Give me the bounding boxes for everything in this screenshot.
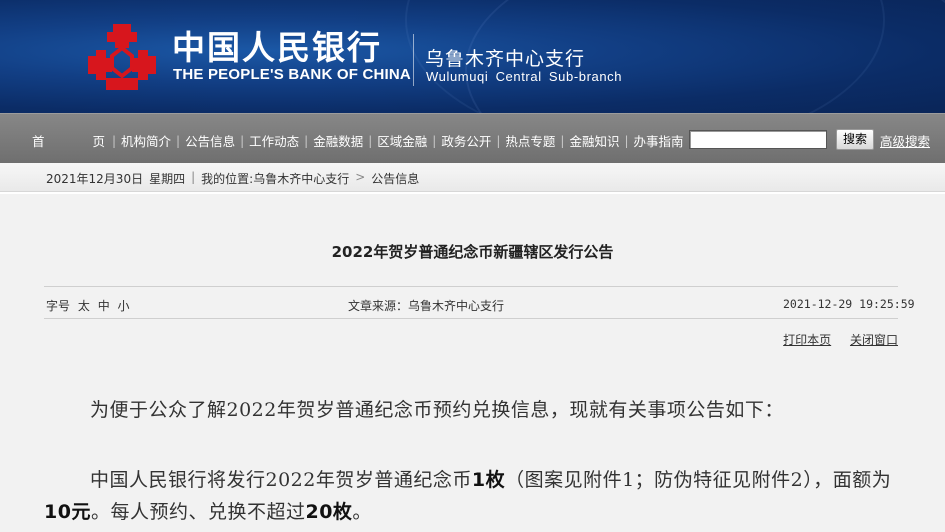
nav-item-service-guide[interactable]: 办事指南 xyxy=(634,131,684,150)
nav-item-news[interactable]: 工作动态 xyxy=(249,131,299,150)
nav-item-financial-data[interactable]: 金融数据 xyxy=(313,131,363,150)
search-button[interactable]: 搜索 xyxy=(836,129,874,150)
nav-separator: | xyxy=(240,133,245,148)
breadcrumb-separator: | xyxy=(191,170,196,184)
paragraph-text: （图案见附件1；防伪特征见附件2），面额为 xyxy=(505,469,892,491)
breadcrumb-bar: 2021年12月30日 星期四 | 我的位置: 乌鲁木齐中心支行 > 公告信息 xyxy=(0,163,945,192)
coin-count-emphasis: 1枚 xyxy=(471,469,506,491)
font-size-controls: 字号 太 中 小 xyxy=(46,297,130,314)
current-weekday: 星期四 xyxy=(149,172,186,186)
article-paragraph-1: 为便于公众了解2022年贺岁普通纪念币预约兑换信息，现就有关事项公告如下： xyxy=(90,399,784,421)
nav-separator: | xyxy=(111,133,117,148)
breadcrumb-link-branch[interactable]: 乌鲁木齐中心支行 xyxy=(253,170,349,187)
nav-separator: | xyxy=(304,133,309,148)
limit-emphasis: 20枚 xyxy=(305,501,353,523)
face-value-emphasis: 10元 xyxy=(44,501,91,523)
nav-item-about[interactable]: 机构简介 xyxy=(121,131,171,150)
breadcrumb: 2021年12月30日 星期四 | 我的位置: 乌鲁木齐中心支行 > 公告信息 xyxy=(46,170,419,187)
nav-separator: | xyxy=(624,133,629,148)
breadcrumb-separator: > xyxy=(355,170,366,184)
nav-item-hot-topics[interactable]: 热点专题 xyxy=(505,131,555,150)
font-size-medium-button[interactable]: 中 xyxy=(98,299,110,313)
paragraph-text: 。 xyxy=(352,501,372,523)
publish-time: 2021-12-29 19:25:59 xyxy=(783,297,915,311)
paragraph-text: 中国人民银行将发行2022年贺岁普通纪念币 xyxy=(90,469,472,491)
nav-separator: | xyxy=(496,133,501,148)
search-input[interactable] xyxy=(689,130,827,149)
nav-separator: | xyxy=(368,133,373,148)
brand-name-en: THE PEOPLE'S BANK OF CHINA xyxy=(173,66,411,83)
article-paragraph-2: 中国人民银行将发行2022年贺岁普通纪念币1枚（图案见附件1；防伪特征见附件2）… xyxy=(44,464,902,528)
nav-menu: 首 页 | 机构简介 | 公告信息 | 工作动态 | 金融数据 | 区域金融 |… xyxy=(32,131,698,150)
meta-divider-bottom xyxy=(44,318,898,319)
pboc-logo-icon[interactable] xyxy=(84,22,160,92)
font-size-small-button[interactable]: 小 xyxy=(118,299,130,313)
breadcrumb-link-section[interactable]: 公告信息 xyxy=(371,170,419,187)
font-size-label: 字号 xyxy=(46,299,71,313)
article-tools: 打印本页 关闭窗口 xyxy=(768,331,898,348)
nav-item-announcements[interactable]: 公告信息 xyxy=(185,131,235,150)
main-nav: 首 页 | 机构简介 | 公告信息 | 工作动态 | 金融数据 | 区域金融 |… xyxy=(0,113,945,163)
paragraph-text: 。每人预约、兑换不超过 xyxy=(90,501,306,523)
header-banner: 中国人民银行 THE PEOPLE'S BANK OF CHINA 乌鲁木齐中心… xyxy=(0,0,945,113)
nav-separator: | xyxy=(176,133,181,148)
close-window-link[interactable]: 关闭窗口 xyxy=(850,333,898,347)
font-size-large-button[interactable]: 太 xyxy=(78,299,90,313)
header-divider xyxy=(413,34,414,86)
article-content: 2022年贺岁普通纪念币新疆辖区发行公告 字号 太 中 小 文章来源：乌鲁木齐中… xyxy=(0,192,945,532)
print-page-link[interactable]: 打印本页 xyxy=(783,333,831,347)
branch-name-cn: 乌鲁木齐中心支行 xyxy=(425,48,586,70)
nav-item-financial-knowledge[interactable]: 金融知识 xyxy=(569,131,619,150)
location-label: 我的位置: xyxy=(201,172,254,186)
meta-divider-top xyxy=(44,286,898,287)
nav-item-regional-finance[interactable]: 区域金融 xyxy=(377,131,427,150)
nav-separator: | xyxy=(560,133,565,148)
advanced-search-link[interactable]: 高级搜索 xyxy=(880,131,930,150)
current-date: 2021年12月30日 xyxy=(46,172,144,186)
article-title: 2022年贺岁普通纪念币新疆辖区发行公告 xyxy=(331,243,614,261)
branch-name-en: Wulumuqi Central Sub-branch xyxy=(426,69,623,84)
nav-item-government-affairs[interactable]: 政务公开 xyxy=(441,131,491,150)
article-source: 文章来源：乌鲁木齐中心支行 xyxy=(348,299,505,313)
nav-separator: | xyxy=(432,133,437,148)
brand-name-cn: 中国人民银行 xyxy=(172,28,382,67)
